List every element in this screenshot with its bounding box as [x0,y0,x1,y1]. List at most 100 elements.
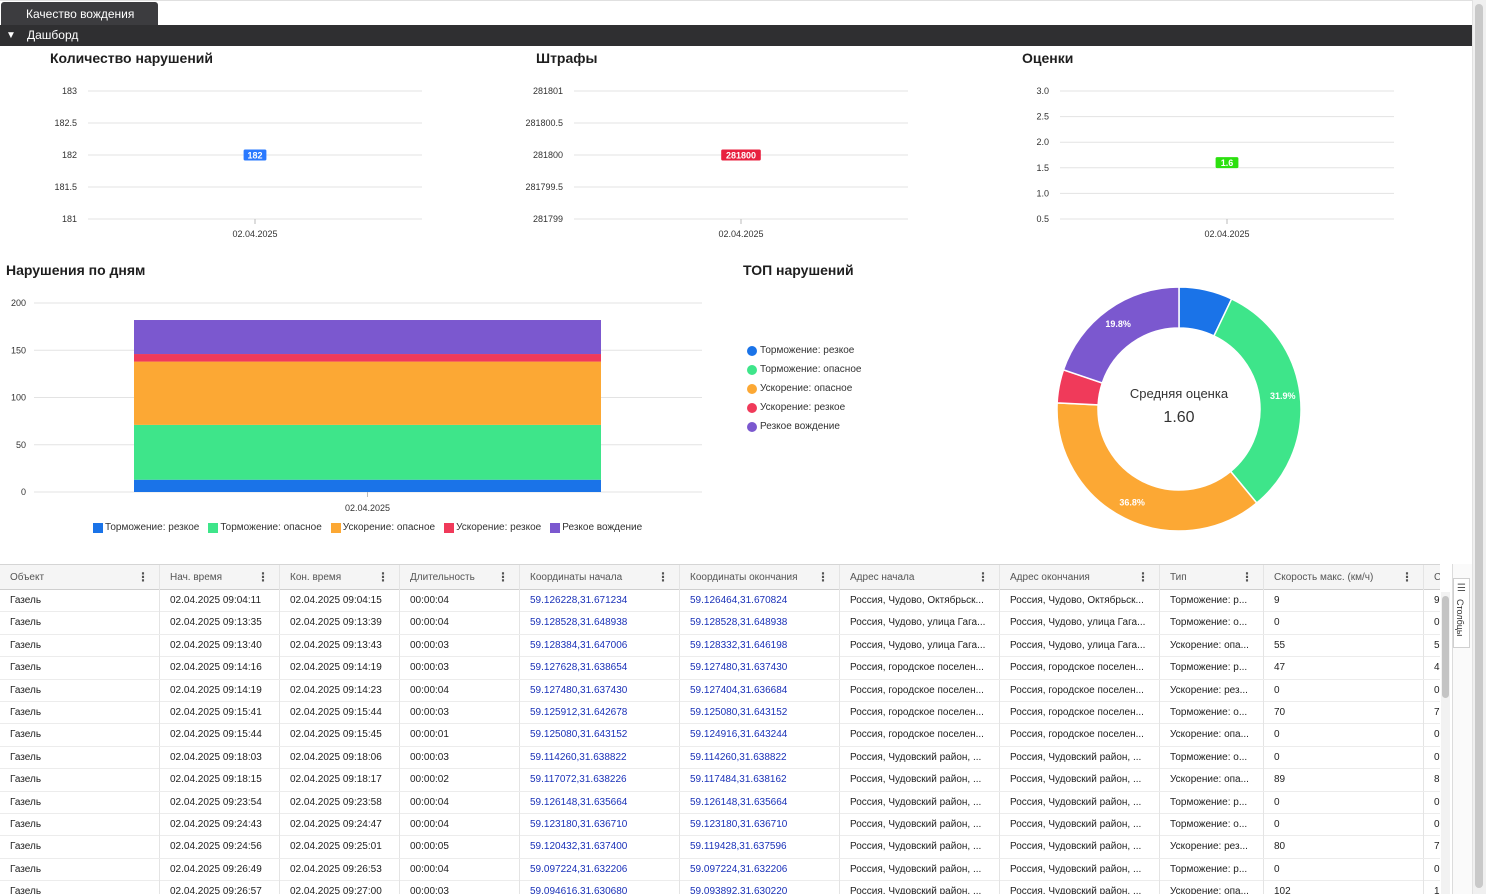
table-row[interactable]: Газель 02.04.2025 09:18:15 02.04.2025 09:1… [0,769,1440,792]
table-cell: 02.04.2025 09:13:40 [160,634,280,657]
coordinates-link[interactable]: 59.126148,31.635664 [680,791,840,814]
section-header-dashboard[interactable]: ▼ Дашборд [0,25,1472,46]
legend-dot [747,421,757,432]
table-row[interactable]: Газель 02.04.2025 09:18:03 02.04.2025 09:1… [0,746,1440,770]
coordinates-link[interactable]: 59.125080,31.643152 [680,701,840,724]
table-row[interactable]: Газель 02.04.2025 09:14:19 02.04.2025 09:1… [0,679,1440,702]
legend-swatch [550,522,561,533]
coordinates-link[interactable]: 59.128332,31.646198 [680,634,840,657]
table-cell: 02.04.2025 09:04:11 [160,590,280,612]
legend-item[interactable]: Ускорение: опасное [747,379,861,398]
legend-item[interactable]: Ускорение: опасное [330,522,435,533]
column-header[interactable]: Координаты окончания ⋮ [680,565,840,590]
legend-item[interactable]: Резкое вождение [550,522,642,533]
coordinates-link[interactable]: 59.114260,31.638822 [520,746,680,769]
violations-count-title: Количество нарушений [50,50,214,66]
table-row[interactable]: Газель 02.04.2025 09:24:56 02.04.2025 09:2… [0,836,1440,859]
legend-item[interactable]: Ускорение: резкое [444,522,541,533]
column-header[interactable]: Ско [1424,565,1440,590]
table-row[interactable]: Газель 02.04.2025 09:15:44 02.04.2025 09:1… [0,724,1440,747]
coordinates-link[interactable]: 59.123180,31.636710 [680,813,840,836]
coordinates-link[interactable]: 59.123180,31.636710 [520,813,680,836]
column-menu-icon[interactable]: ⋮ [137,565,149,590]
table-row[interactable]: Газель 02.04.2025 09:14:16 02.04.2025 09:1… [0,657,1440,680]
page-scrollbar-thumb[interactable] [1475,4,1483,888]
column-header-label: Объект [10,572,45,583]
column-header[interactable]: Нач. время ⋮ [160,565,280,590]
table-cell: Россия, городское поселен... [840,701,1000,724]
coordinates-link[interactable]: 59.097224,31.632206 [520,858,680,881]
column-header[interactable]: Тип ⋮ [1160,565,1264,590]
table-row[interactable]: Газель 02.04.2025 09:13:40 02.04.2025 09:1… [0,634,1440,658]
column-menu-icon[interactable]: ⋮ [1137,565,1149,590]
column-menu-icon[interactable]: ⋮ [377,565,389,590]
column-header[interactable]: Объект ⋮ [0,565,160,590]
column-menu-icon[interactable]: ⋮ [977,565,989,590]
legend-item[interactable]: Торможение: резкое [747,341,861,360]
ratings-title: Оценки [1022,50,1074,66]
coordinates-link[interactable]: 59.126228,31.671234 [520,590,680,612]
table-row[interactable]: Газель 02.04.2025 09:04:11 02.04.2025 09:0… [0,590,1440,613]
coordinates-link[interactable]: 59.127404,31.636684 [680,679,840,702]
column-header-label: Ско [1434,572,1440,583]
legend-item[interactable]: Резкое вождение [747,417,861,436]
legend-item[interactable]: Торможение: опасное [747,360,861,379]
table-cell: 0 [1264,612,1424,635]
table-row[interactable]: Газель 02.04.2025 09:23:54 02.04.2025 09:2… [0,791,1440,814]
coordinates-link[interactable]: 59.127480,31.637430 [680,657,840,680]
tab-driving-quality[interactable]: Качество вождения [1,2,158,26]
coordinates-link[interactable]: 59.126148,31.635664 [520,791,680,814]
table-row[interactable]: Газель 02.04.2025 09:24:43 02.04.2025 09:2… [0,813,1440,837]
column-header-label: Кон. время [290,572,342,583]
coordinates-link[interactable]: 59.093892,31.630220 [680,881,840,894]
coordinates-link[interactable]: 59.128384,31.647006 [520,634,680,657]
legend-item[interactable]: Торможение: опасное [208,522,322,533]
table-cell: 02.04.2025 09:25:01 [280,836,400,859]
coordinates-link[interactable]: 59.117072,31.638226 [520,769,680,792]
coordinates-link[interactable]: 59.128528,31.648938 [520,612,680,635]
coordinates-link[interactable]: 59.124916,31.643244 [680,724,840,747]
coordinates-link[interactable]: 59.114260,31.638822 [680,746,840,769]
legend-item[interactable]: Торможение: резкое [93,522,199,533]
column-header[interactable]: Скорость макс. (км/ч) ⋮ [1264,565,1424,590]
table-cell: 02.04.2025 09:26:53 [280,858,400,881]
column-header[interactable]: Кон. время ⋮ [280,565,400,590]
ratings-chart: 3.0 2.5 2.0 1.5 1.0 0.5 02.04.2025 1.6 [1036,86,1394,239]
coordinates-link[interactable]: 59.120432,31.637400 [520,836,680,859]
column-header[interactable]: Координаты начала ⋮ [520,565,680,590]
table-cell: 00:00:03 [400,634,520,657]
data-point: 182 [243,149,267,161]
legend-swatch [208,522,219,533]
coordinates-link[interactable]: 59.117484,31.638162 [680,769,840,792]
coordinates-link[interactable]: 59.127628,31.638654 [520,657,680,680]
column-header[interactable]: Адрес окончания ⋮ [1000,565,1160,590]
table-row[interactable]: Газель 02.04.2025 09:26:49 02.04.2025 09:2… [0,858,1440,882]
coordinates-link[interactable]: 59.094616,31.630680 [520,881,680,894]
coordinates-link[interactable]: 59.125080,31.643152 [520,724,680,747]
column-menu-icon[interactable]: ⋮ [817,565,829,590]
coordinates-link[interactable]: 59.126464,31.670824 [680,590,840,612]
coordinates-link[interactable]: 59.125912,31.642678 [520,701,680,724]
column-menu-icon[interactable]: ⋮ [1241,565,1253,590]
table-row[interactable]: Газель 02.04.2025 09:13:35 02.04.2025 09:1… [0,612,1440,635]
table-row[interactable]: Газель 02.04.2025 09:26:57 02.04.2025 09:2… [0,881,1440,894]
table-cell: 7 [1424,702,1440,724]
table-row[interactable]: Газель 02.04.2025 09:15:41 02.04.2025 09:1… [0,701,1440,725]
table-scrollbar-thumb[interactable] [1442,596,1449,698]
table-cell: 00:00:04 [400,791,520,814]
column-header[interactable]: Адрес начала ⋮ [840,565,1000,590]
coordinates-link[interactable]: 59.119428,31.637596 [680,836,840,859]
coordinates-link[interactable]: 59.127480,31.637430 [520,679,680,702]
coordinates-link[interactable]: 59.128528,31.648938 [680,612,840,635]
column-menu-icon[interactable]: ⋮ [1401,565,1413,590]
column-menu-icon[interactable]: ⋮ [257,565,269,590]
column-header-label: Тип [1170,572,1187,583]
column-menu-icon[interactable]: ⋮ [657,565,669,590]
coordinates-link[interactable]: 59.097224,31.632206 [680,858,840,881]
collapse-triangle-icon[interactable]: ▼ [6,25,16,46]
columns-panel-button[interactable]: ☰ Столбцы [1453,578,1470,648]
legend-item[interactable]: Ускорение: резкое [747,398,861,417]
column-header[interactable]: Длительность ⋮ [400,565,520,590]
column-menu-icon[interactable]: ⋮ [497,565,509,590]
y-tick-label: 1.5 [1036,163,1049,173]
